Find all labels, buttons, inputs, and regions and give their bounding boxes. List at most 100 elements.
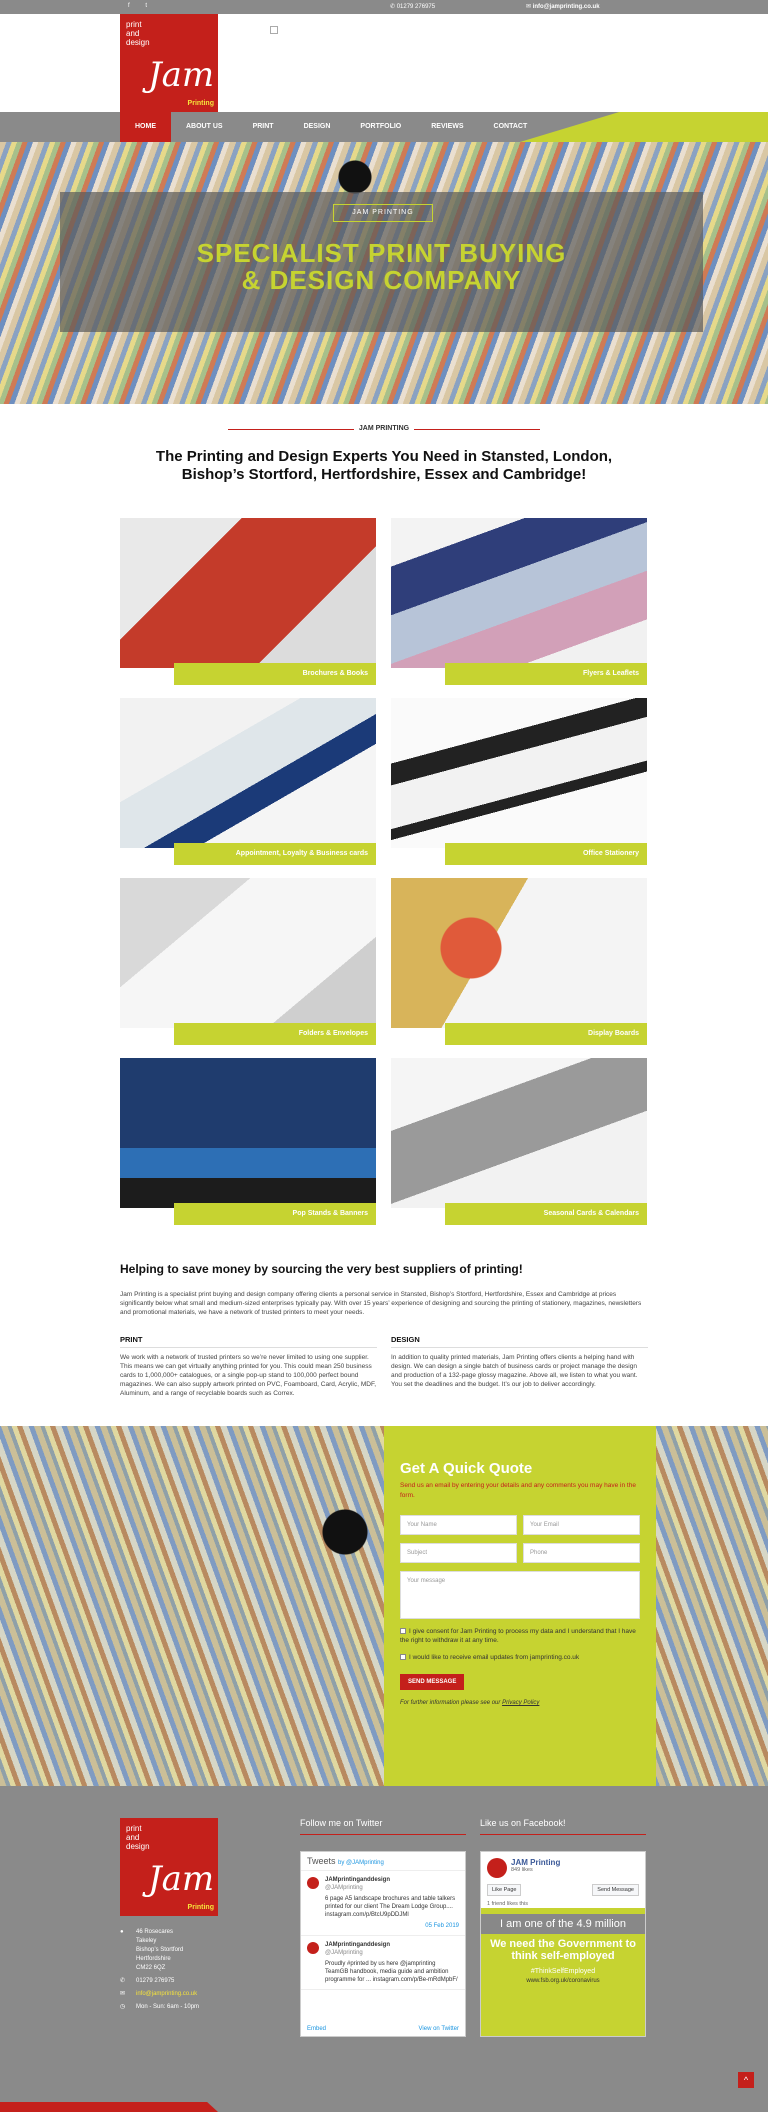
subject-field[interactable]: Subject [400, 1543, 517, 1563]
folders-image [120, 878, 376, 1028]
address-line: Bishop’s Stortford [136, 1947, 184, 1953]
service-card[interactable]: Folders & Envelopes [120, 878, 376, 1045]
address-line: Takeley [136, 1938, 157, 1944]
quote-subtitle: Send us an email by entering your detail… [400, 1482, 636, 1499]
quote-form-panel: Get A Quick Quote Send us an email by en… [384, 1426, 656, 1786]
footer-logo-script: Jam [148, 1859, 215, 1899]
tweets-by[interactable]: by @JAMprinting [338, 1860, 384, 1866]
facebook-title-line [480, 1834, 646, 1835]
footer-logo-line1: print [126, 1824, 142, 1833]
view-on-twitter-link[interactable]: View on Twitter [419, 2026, 459, 2032]
services-grid: Brochures & Books Flyers & Leaflets Appo… [0, 518, 768, 1238]
logo-script: Jam [148, 55, 215, 95]
twitter-widget[interactable]: Tweets by @JAMprinting JAMprintinganddes… [300, 1851, 466, 2037]
facebook-title: Like us on Facebook! [480, 1818, 566, 1828]
facebook-icon[interactable]: f [128, 3, 130, 9]
header: print and design Jam Printing [0, 14, 768, 112]
clock-icon: ◷ [120, 2004, 126, 2010]
service-label: Flyers & Leaflets [445, 663, 647, 685]
design-body: In addition to quality printed materials… [391, 1354, 638, 1388]
consent-checkbox[interactable] [400, 1628, 406, 1634]
nav-about[interactable]: ABOUT US [171, 112, 238, 142]
tweet-handle: @JAMprinting [325, 1950, 363, 1956]
facebook-widget[interactable]: JAM Printing 849 likes Like Page Send Me… [480, 1851, 646, 2037]
fb-like-button[interactable]: Like Page [487, 1884, 522, 1896]
footer-email[interactable]: info@jamprinting.co.uk [136, 1990, 197, 1999]
logo-tag: Printing [187, 99, 214, 108]
service-card[interactable]: Seasonal Cards & Calendars [391, 1058, 647, 1225]
name-field[interactable]: Your Name [400, 1515, 517, 1535]
send-message-button[interactable]: SEND MESSAGE [400, 1674, 465, 1690]
service-card[interactable]: Brochures & Books [120, 518, 376, 685]
embed-link[interactable]: Embed [307, 2026, 326, 2032]
about-body: Jam Printing is a specialist print buyin… [120, 1291, 642, 1316]
service-label: Pop Stands & Banners [174, 1203, 376, 1225]
intro-divider: JAM PRINTING [0, 420, 768, 440]
service-card[interactable]: Display Boards [391, 878, 647, 1045]
phone-icon: ✆ [120, 1978, 126, 1984]
nav-home[interactable]: HOME [120, 112, 171, 142]
privacy-note: For further information please see our P… [400, 1700, 640, 1706]
footer-logo-line2: and [126, 1833, 140, 1842]
top-phone[interactable]: ✆ 01279 276975 [390, 3, 435, 10]
fb-page-name[interactable]: JAM Printing [511, 1858, 560, 1867]
privacy-policy-link[interactable]: Privacy Policy [502, 1700, 539, 1706]
fb-likes: 849 likes [511, 1867, 533, 1873]
banners-image [120, 1058, 376, 1208]
service-card[interactable]: Flyers & Leaflets [391, 518, 647, 685]
logo-line2: and [126, 29, 140, 38]
nav-reviews[interactable]: REVIEWS [416, 112, 478, 142]
tweet-handle: @JAMprinting [325, 1885, 363, 1891]
tweets-title: Tweets [307, 1856, 336, 1866]
flyers-image [391, 518, 647, 668]
nav-accent [520, 112, 768, 142]
service-label: Folders & Envelopes [174, 1023, 376, 1045]
service-label: Office Stationery [445, 843, 647, 865]
consent-updates[interactable]: I would like to receive email updates fr… [400, 1653, 640, 1662]
email-field[interactable]: Your Email [523, 1515, 640, 1535]
stationery-image [391, 698, 647, 848]
fb-page-avatar [487, 1858, 507, 1878]
tweet-author: JAMprintinganddesign [325, 1877, 390, 1883]
broken-image-icon [270, 26, 278, 34]
footer-logo-line3: design [126, 1842, 150, 1851]
footer-logo[interactable]: print and design Jam Printing [120, 1818, 218, 1916]
fb-send-message-button[interactable]: Send Message [592, 1884, 639, 1896]
nav-portfolio[interactable]: PORTFOLIO [345, 112, 416, 142]
intro-tag: JAM PRINTING [358, 425, 410, 432]
consent-updates-text: I would like to receive email updates fr… [409, 1654, 580, 1661]
nav-print[interactable]: PRINT [238, 112, 289, 142]
service-label: Appointment, Loyalty & Business cards [174, 843, 376, 865]
hero-title-line2: & DESIGN COMPANY [241, 265, 522, 295]
top-email-text: info@jamprinting.co.uk [532, 4, 600, 10]
phone-field[interactable]: Phone [523, 1543, 640, 1563]
nav-design[interactable]: DESIGN [289, 112, 346, 142]
message-field[interactable]: Your message [400, 1571, 640, 1619]
top-email[interactable]: ✉ info@jamprinting.co.uk [526, 3, 600, 10]
tweet-author: JAMprintinganddesign [325, 1942, 390, 1948]
twitter-icon[interactable]: t [145, 3, 147, 9]
updates-checkbox[interactable] [400, 1654, 406, 1660]
hero-title: SPECIALIST PRINT BUYING & DESIGN COMPANY [60, 240, 703, 294]
fb-post-gray-text: I am one of the 4.9 million [481, 1914, 645, 1934]
tweet-item[interactable]: JAMprintinganddesign @JAMprinting Proudl… [301, 1936, 465, 1990]
consent-data[interactable]: I give consent for Jam Printing to proce… [400, 1627, 640, 1645]
nav-contact[interactable]: CONTACT [479, 112, 543, 142]
tweet-date[interactable]: 05 Feb 2019 [325, 1922, 459, 1930]
footer-phone[interactable]: 01279 276975 [136, 1977, 174, 1986]
fb-post[interactable]: I am one of the 4.9 million We need the … [481, 1908, 645, 2036]
social-links: f t [128, 3, 161, 9]
service-card[interactable]: Office Stationery [391, 698, 647, 865]
footer-hours: Mon - Sun: 6am - 10pm [136, 2004, 200, 2010]
map-pin-icon: ● [120, 1929, 124, 1935]
print-title: PRINT [120, 1335, 377, 1348]
back-to-top-button[interactable]: ^ [738, 2072, 754, 2088]
intro-heading: The Printing and Design Experts You Need… [155, 448, 613, 483]
footer-red-strip [0, 2102, 218, 2112]
service-card[interactable]: Appointment, Loyalty & Business cards [120, 698, 376, 865]
seasonal-cards-image [391, 1058, 647, 1208]
tweet-item[interactable]: JAMprintinganddesign @JAMprinting 6 page… [301, 1871, 465, 1936]
service-label: Seasonal Cards & Calendars [445, 1203, 647, 1225]
logo[interactable]: print and design Jam Printing [120, 14, 218, 112]
service-card[interactable]: Pop Stands & Banners [120, 1058, 376, 1225]
